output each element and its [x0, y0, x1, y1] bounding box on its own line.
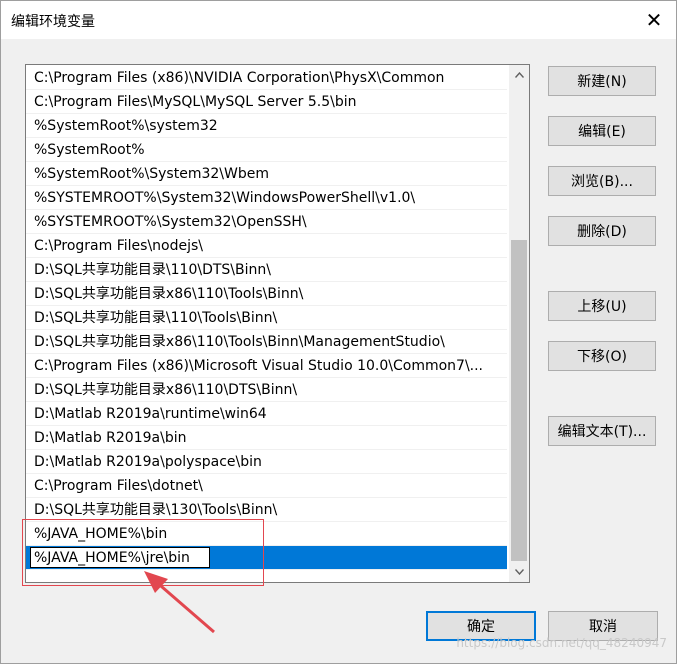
path-list-item[interactable]: D:\Matlab R2019a\runtime\win64	[26, 402, 507, 426]
new-button[interactable]: 新建(N)	[548, 66, 656, 96]
close-icon: ✕	[645, 8, 663, 32]
annotation-arrow-icon	[144, 571, 215, 634]
path-list-item[interactable]: %SystemRoot%\System32\Wbem	[26, 162, 507, 186]
path-list-items: C:\Program Files (x86)\NVIDIA Corporatio…	[26, 66, 507, 570]
scroll-down-icon[interactable]	[509, 562, 529, 582]
path-list-item[interactable]: D:\SQL共享功能目录\110\DTS\Binn\	[26, 258, 507, 282]
path-list-item[interactable]: %SystemRoot%	[26, 138, 507, 162]
move-up-button[interactable]: 上移(U)	[548, 291, 656, 321]
edit-text-button[interactable]: 编辑文本(T)...	[548, 416, 656, 446]
delete-button[interactable]: 删除(D)	[548, 216, 656, 246]
scroll-thumb[interactable]	[511, 240, 527, 561]
edit-button[interactable]: 编辑(E)	[548, 116, 656, 146]
path-list-item[interactable]: D:\Matlab R2019a\bin	[26, 426, 507, 450]
path-list-item[interactable]: C:\Program Files\MySQL\MySQL Server 5.5\…	[26, 90, 507, 114]
path-list-item[interactable]: C:\Program Files\dotnet\	[26, 474, 507, 498]
path-list-item[interactable]: D:\SQL共享功能目录x86\110\Tools\Binn\	[26, 282, 507, 306]
scroll-up-icon[interactable]	[509, 65, 529, 85]
path-list[interactable]: C:\Program Files (x86)\NVIDIA Corporatio…	[25, 64, 530, 583]
dialog-title: 编辑环境变量	[11, 14, 95, 30]
path-list-item[interactable]: %SYSTEMROOT%\System32\WindowsPowerShell\…	[26, 186, 507, 210]
browse-button[interactable]: 浏览(B)...	[548, 166, 656, 196]
vertical-scrollbar[interactable]	[509, 65, 529, 582]
path-list-item[interactable]: %SystemRoot%\system32	[26, 114, 507, 138]
title-bar: 编辑环境变量 ✕	[1, 1, 676, 39]
path-list-item[interactable]: D:\SQL共享功能目录\110\Tools\Binn\	[26, 306, 507, 330]
close-button[interactable]: ✕	[638, 5, 670, 35]
path-list-item[interactable]: C:\Program Files (x86)\NVIDIA Corporatio…	[26, 66, 507, 90]
path-list-item[interactable]: C:\Program Files (x86)\Microsoft Visual …	[26, 354, 507, 378]
watermark: https://blog.csdn.net/qq_48240947	[456, 636, 667, 650]
path-list-item[interactable]: C:\Program Files\nodejs\	[26, 234, 507, 258]
path-list-item[interactable]: D:\SQL共享功能目录x86\110\DTS\Binn\	[26, 378, 507, 402]
path-list-item[interactable]: %SYSTEMROOT%\System32\OpenSSH\	[26, 210, 507, 234]
move-down-button[interactable]: 下移(O)	[548, 341, 656, 371]
path-list-item[interactable]: D:\SQL共享功能目录x86\110\Tools\Binn\Managemen…	[26, 330, 507, 354]
path-list-item[interactable]: D:\Matlab R2019a\polyspace\bin	[26, 450, 507, 474]
